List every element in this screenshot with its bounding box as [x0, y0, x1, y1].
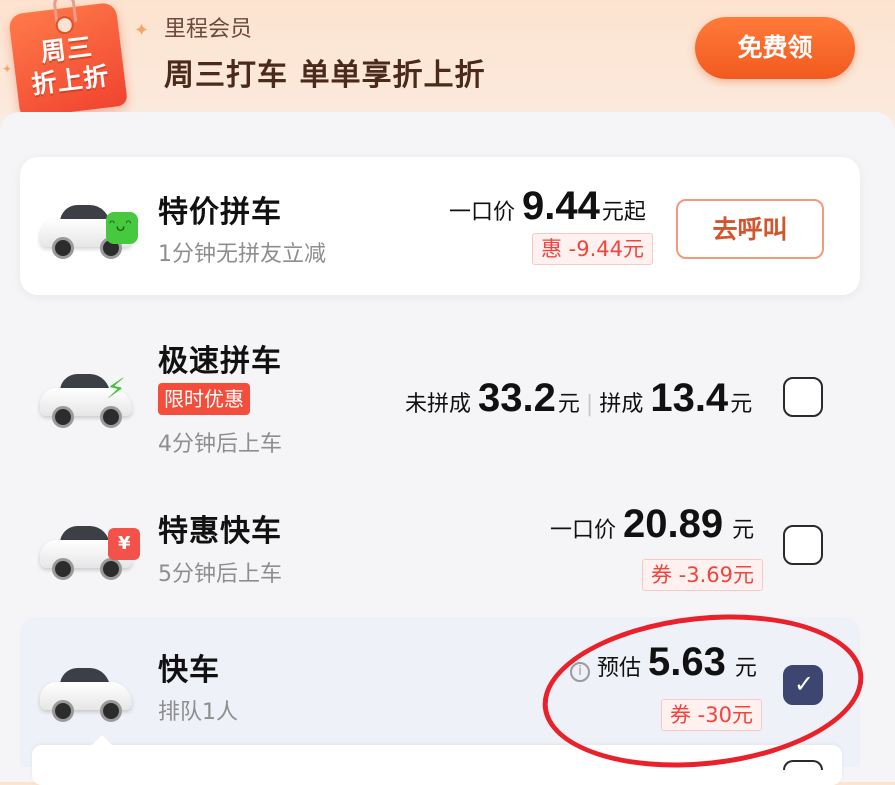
- yuan-ticket-badge-icon: [108, 528, 140, 560]
- coupon-badge: 券 -3.69元: [642, 559, 764, 591]
- ride-option-subtitle: 5分钟后上车: [158, 562, 282, 587]
- price-value: 9.44: [522, 184, 600, 228]
- ride-option-title: 特惠快车: [158, 514, 282, 549]
- price-prefix: 一口价: [550, 518, 617, 543]
- selected-checkbox[interactable]: [783, 665, 823, 705]
- price-value: 20.89: [623, 502, 724, 546]
- ride-option-subtitle: 4分钟后上车: [158, 432, 282, 457]
- matched-label: 拼成: [599, 392, 644, 417]
- lightning-badge-icon: [104, 372, 136, 405]
- unmatched-label: 未拼成: [405, 392, 472, 417]
- tag-text: 周三 折上折: [30, 32, 111, 100]
- smile-badge-icon: [106, 212, 138, 244]
- ride-option-title: 特价拼车: [158, 195, 282, 230]
- ride-option-subtitle: 1分钟无拼友立减: [158, 242, 326, 267]
- discount-badge: 惠 -9.44元: [532, 233, 654, 265]
- price-unit: 元: [734, 656, 757, 681]
- select-checkbox[interactable]: [783, 525, 823, 565]
- price-line: 一口价 9.44元起: [449, 184, 646, 229]
- discount-tag-icon: 周三 折上折: [8, 0, 128, 119]
- price-line: 未拼成 33.2元 | 拼成 13.4元: [405, 376, 752, 421]
- price-unit: 元: [730, 392, 753, 417]
- price-separator: |: [585, 392, 594, 417]
- price-suffix: 元起: [601, 200, 646, 225]
- ride-option-title: 极速拼车: [158, 344, 282, 379]
- promo-title: 周三打车 单单享折上折: [164, 58, 486, 93]
- limited-offer-badge: 限时优惠: [158, 383, 250, 415]
- ride-option-title: 快车: [158, 653, 220, 688]
- membership-label: 里程会员: [164, 17, 253, 42]
- price-unit: 元: [557, 392, 580, 417]
- price-line: 一口价 20.89 元: [550, 502, 754, 547]
- promo-banner[interactable]: 周三 折上折 ✦ ✦ 里程会员 周三打车 单单享折上折 免费领: [0, 0, 895, 120]
- info-icon[interactable]: i: [570, 662, 590, 682]
- sparkle-icon: ✦: [2, 62, 13, 76]
- price-value: 5.63: [648, 640, 726, 684]
- matched-price: 13.4: [650, 376, 729, 420]
- sparkle-icon: ✦: [134, 20, 150, 41]
- car-icon: [40, 660, 136, 722]
- coupon-badge: 券 -30元: [661, 699, 762, 731]
- price-unit: 元: [732, 518, 755, 543]
- unmatched-price: 33.2: [478, 376, 556, 420]
- partial-next-card: [32, 735, 842, 785]
- ride-option-subtitle: 排队1人: [158, 700, 238, 725]
- select-checkbox[interactable]: [783, 377, 823, 417]
- price-prefix: 预估: [597, 656, 642, 681]
- price-line: 预估 5.63 元: [597, 640, 757, 685]
- free-claim-button[interactable]: 免费领: [695, 17, 855, 79]
- call-ride-button[interactable]: 去呼叫: [676, 199, 824, 259]
- price-prefix: 一口价: [449, 200, 516, 225]
